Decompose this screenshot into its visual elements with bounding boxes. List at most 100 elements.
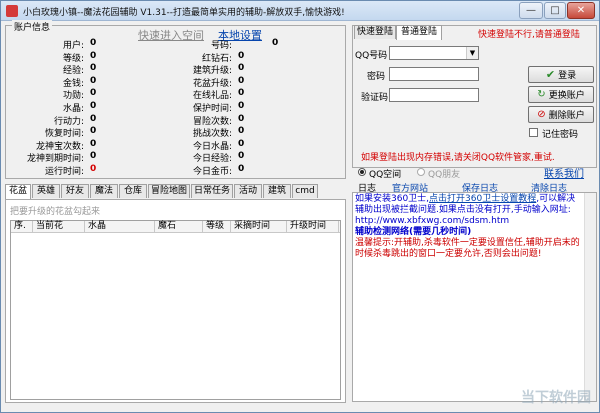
log-scrollbar[interactable] <box>584 193 596 401</box>
account-info-group: 账户信息 快速进入空间 本地设置 用户: 0 等级: 0 经验: 0 金钱: 0 功勋: 0 水晶:… <box>5 20 346 179</box>
login-button-label: 登录 <box>558 71 577 81</box>
field-label: 今日水晶: <box>192 141 232 152</box>
tab-7[interactable]: 活动 <box>234 184 262 198</box>
tab-3[interactable]: 魔法 <box>90 184 118 198</box>
tab-2[interactable]: 好友 <box>61 184 89 198</box>
field-value: 0 <box>272 38 279 48</box>
log-line: 如果安装360卫士, <box>355 194 430 204</box>
switch-account-button[interactable]: ↻ 更换账户 <box>528 86 594 103</box>
password-field[interactable] <box>389 67 479 81</box>
field-label: 水晶: <box>62 104 84 114</box>
radio-dot <box>360 170 364 174</box>
remember-password-checkbox[interactable] <box>529 128 538 137</box>
switch-account-label: 更换账户 <box>548 91 585 101</box>
column-header[interactable]: 升级时间 <box>287 221 339 233</box>
function-tabs: 花盆 英雄 好友 魔法 仓库 冒险地图 日常任务 活动 建筑 cmd <box>5 184 340 199</box>
field-label: 花盆升级: <box>192 78 232 89</box>
log-text: 如果安装360卫士,点击打开360卫士设置教程,可以解决辅助出现被拦截问题.如果… <box>355 194 583 260</box>
captcha-field[interactable] <box>389 88 479 102</box>
close-button[interactable]: ✕ <box>567 2 595 19</box>
log-box[interactable]: 如果安装360卫士,点击打开360卫士设置教程,可以解决辅助出现被拦截问题.如果… <box>352 192 597 402</box>
field-value: 0 <box>90 126 97 137</box>
field-label: 建筑升级: <box>192 66 232 77</box>
delete-account-label: 删除账户 <box>548 111 585 121</box>
qq-label: QQ号码 <box>355 51 388 61</box>
tab-9[interactable]: cmd <box>292 184 318 198</box>
field-value: 0 <box>90 50 97 61</box>
field-value: 0 <box>90 38 97 48</box>
field-label: 运行时间: <box>44 167 84 177</box>
field-label: 行动力: <box>53 116 84 127</box>
qq-space-radio[interactable] <box>358 168 366 176</box>
title-bar[interactable]: 小白玫瑰小镇--魔法花园辅助 V1.31--打造最简单实用的辅助-解放双手,愉快… <box>1 1 599 21</box>
field-label: 等级: <box>62 53 84 64</box>
pot-table[interactable]: 序. 当前花 水晶 魔石 等级 采摘时间 升级时间 <box>10 220 341 400</box>
tab-0[interactable]: 花盆 <box>5 184 31 199</box>
chevron-down-icon[interactable]: ▼ <box>466 47 478 59</box>
check-icon: ✔ <box>545 68 556 81</box>
tab-normal-login[interactable]: 普通登陆 <box>396 25 442 40</box>
tab-6[interactable]: 日常任务 <box>191 184 233 198</box>
field-value: 0 <box>90 113 97 124</box>
field-value: 0 <box>90 75 97 86</box>
account-group-title: 账户信息 <box>12 20 53 33</box>
qq-space-label: QQ空间 <box>369 170 402 180</box>
window-title: 小白玫瑰小镇--魔法花园辅助 V1.31--打造最简单实用的辅助-解放双手,愉快… <box>23 8 345 18</box>
column-header[interactable]: 等级 <box>203 221 231 233</box>
field-label: 保护时间: <box>192 104 232 114</box>
field-value: 0 <box>238 113 245 124</box>
log-line: 辅助检测网络(需要几秒时间) <box>355 227 472 237</box>
column-header[interactable]: 水晶 <box>85 221 155 233</box>
qq-friends-label: QQ朋友 <box>428 170 461 180</box>
field-label: 冒险次数: <box>192 116 232 127</box>
field-label: 恢复时间: <box>44 129 84 140</box>
field-value: 0 <box>238 63 245 74</box>
login-button[interactable]: ✔ 登录 <box>528 66 594 83</box>
field-value: 0 <box>90 164 97 174</box>
login-notice: 快速登陆不行,请普通登陆 <box>478 30 580 40</box>
field-value: 0 <box>238 101 245 111</box>
maximize-button[interactable]: □ <box>544 2 566 19</box>
login-panel: 快速登陆 普通登陆 快速登陆不行,请普通登陆 QQ号码 ▼ 密码 验证码 ✔ 登… <box>352 25 597 168</box>
field-value: 0 <box>238 164 245 174</box>
field-value: 0 <box>238 151 245 162</box>
field-label: 在线礼品: <box>192 91 232 102</box>
field-label: 挑战次数: <box>192 129 232 140</box>
log-line[interactable]: 点击打开360卫士设置教程 <box>429 194 536 204</box>
field-value: 0 <box>90 138 97 149</box>
column-header[interactable]: 序. <box>11 221 33 233</box>
app-icon <box>6 5 18 17</box>
tab-8[interactable]: 建筑 <box>263 184 291 198</box>
field-label: 金钱: <box>62 78 84 89</box>
qq-number-combo[interactable]: ▼ <box>389 46 479 60</box>
main-window: 小白玫瑰小镇--魔法花园辅助 V1.31--打造最简单实用的辅助-解放双手,愉快… <box>0 0 600 413</box>
refresh-icon: ↻ <box>537 89 546 100</box>
watermark: 当下软件园 <box>521 390 591 406</box>
field-value: 0 <box>238 50 245 61</box>
delete-icon: ⊘ <box>537 109 546 120</box>
field-label: 红钻石: <box>201 53 232 64</box>
column-header[interactable]: 魔石 <box>155 221 203 233</box>
field-value: 0 <box>238 138 245 149</box>
tab-1[interactable]: 英雄 <box>32 184 60 198</box>
field-value: 0 <box>90 151 97 162</box>
qq-friends-radio[interactable] <box>417 168 425 176</box>
column-header[interactable]: 当前花 <box>33 221 85 233</box>
field-label: 功勋: <box>62 91 84 102</box>
remember-password-label: 记住密码 <box>542 130 579 140</box>
field-label: 龙神宝次数: <box>35 141 84 152</box>
captcha-label: 验证码 <box>360 93 388 103</box>
tab-4[interactable]: 仓库 <box>119 184 147 198</box>
column-header[interactable]: 采摘时间 <box>231 221 287 233</box>
field-value: 0 <box>238 75 245 86</box>
contact-us-link[interactable]: 联系我们 <box>544 165 584 180</box>
tab-quick-login[interactable]: 快速登陆 <box>354 25 396 39</box>
field-value: 0 <box>238 126 245 137</box>
delete-account-button[interactable]: ⊘ 删除账户 <box>528 106 594 123</box>
tab-5[interactable]: 冒险地图 <box>148 184 190 198</box>
minimize-button[interactable]: — <box>519 2 543 19</box>
field-label: 龙神到期时间: <box>26 154 84 165</box>
log-line: http://www.xbfxwg.com/sdsm.htm <box>355 216 510 226</box>
pot-table-header: 序. 当前花 水晶 魔石 等级 采摘时间 升级时间 <box>11 221 340 233</box>
field-value: 0 <box>90 63 97 74</box>
